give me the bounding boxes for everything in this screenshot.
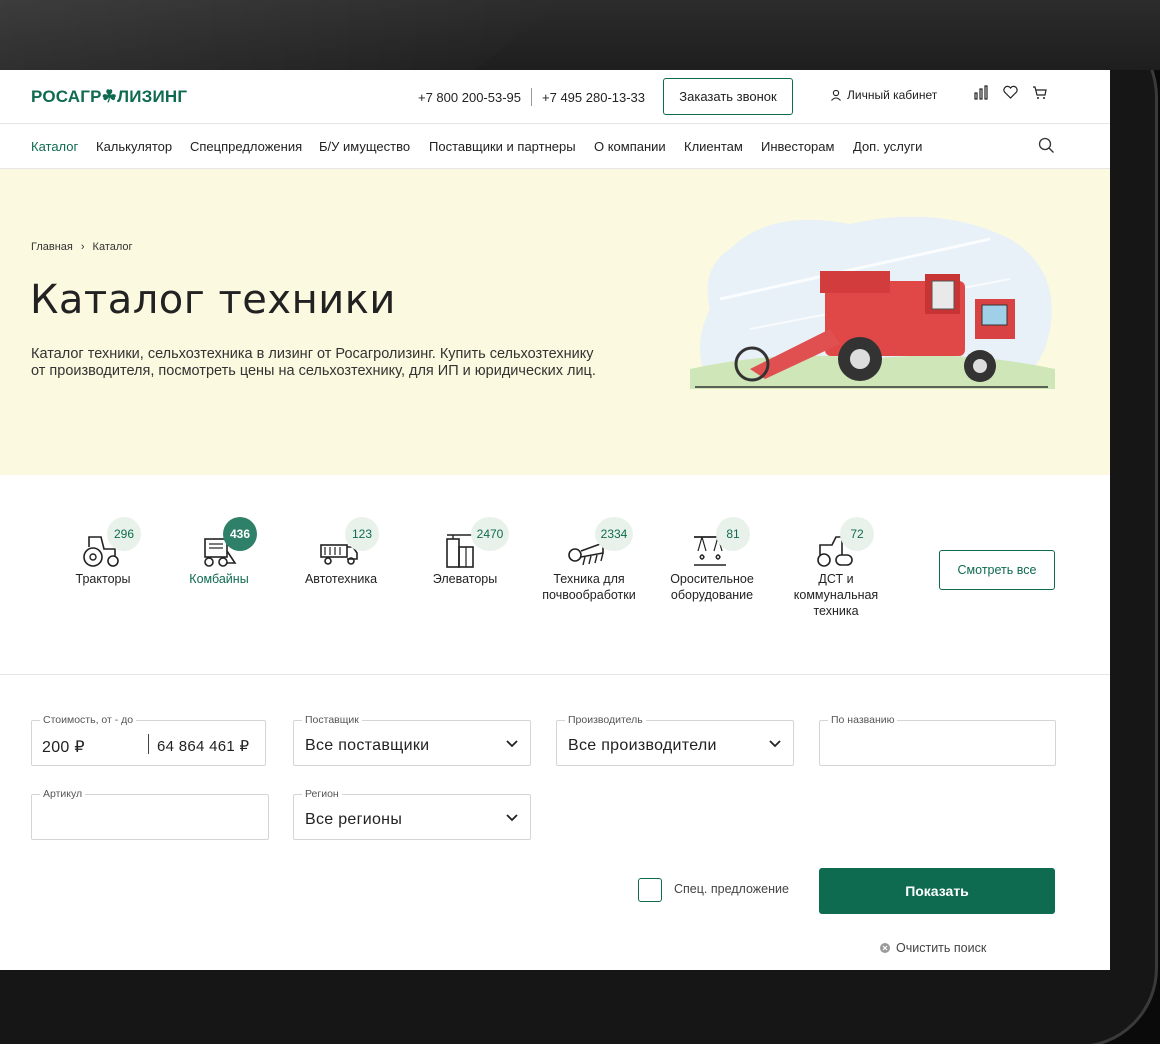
category-count-badge: 2470	[471, 517, 509, 551]
category-icon-wrap: 123	[311, 517, 379, 569]
region-select[interactable]: Регион Все регионы	[293, 788, 531, 840]
category-count-badge: 72	[840, 517, 874, 551]
site-logo[interactable]: РОСАГР☘ЛИЗИНГ	[31, 87, 187, 107]
show-results-button[interactable]: Показать	[819, 868, 1055, 914]
breadcrumb-current: Каталог	[92, 241, 133, 253]
category-count-badge: 81	[716, 517, 750, 551]
category-icon-wrap: 72	[806, 517, 874, 569]
main-nav: Каталог Калькулятор Спецпредложения Б/У …	[0, 124, 1110, 169]
name-search-field[interactable]: По названию	[819, 714, 1056, 766]
nav-item-special-offers[interactable]: Спецпредложения	[190, 139, 302, 154]
nav-item-suppliers[interactable]: Поставщики и партнеры	[429, 139, 576, 154]
supplier-select[interactable]: Поставщик Все поставщики	[293, 714, 531, 766]
filter-panel: Стоимость, от - до 200 ₽ 64 864 461 ₽ По…	[0, 676, 1110, 970]
category-item[interactable]: 296 Тракторы	[58, 517, 148, 587]
device-top-edge	[0, 0, 1160, 70]
manufacturer-caption: Производитель	[565, 714, 646, 726]
category-item[interactable]: 2470 Элеваторы	[420, 517, 510, 587]
site-header: РОСАГР☘ЛИЗИНГ +7 800 200-53-95 +7 495 28…	[0, 70, 1110, 124]
cabinet-label: Личный кабинет	[847, 88, 938, 102]
category-icon-wrap: 81	[682, 517, 750, 569]
region-caption: Регион	[302, 788, 342, 800]
category-count-badge: 296	[107, 517, 141, 551]
price-range-field[interactable]: Стоимость, от - до 200 ₽ 64 864 461 ₽	[31, 714, 266, 766]
category-item[interactable]: 123 Автотехника	[296, 517, 386, 587]
nav-item-used-property[interactable]: Б/У имущество	[319, 139, 410, 154]
category-count-badge: 436	[223, 517, 257, 551]
special-offer-checkbox[interactable]	[638, 878, 662, 902]
page-description: Каталог техники, сельхозтехника в лизинг…	[31, 346, 596, 379]
nav-item-extra-services[interactable]: Доп. услуги	[853, 139, 922, 154]
category-icon-wrap: 2470	[435, 517, 509, 569]
category-label: Оросительное оборудование	[670, 572, 754, 602]
clear-search-label: Очистить поиск	[896, 941, 987, 955]
category-label: Техника для почвообработки	[542, 572, 636, 602]
manufacturer-select[interactable]: Производитель Все производители	[556, 714, 794, 766]
search-icon[interactable]	[1038, 137, 1055, 154]
compare-icon[interactable]	[973, 84, 990, 101]
price-from-value[interactable]: 200 ₽	[42, 737, 85, 757]
nav-item-about[interactable]: О компании	[594, 139, 666, 154]
breadcrumb-separator: ›	[80, 241, 85, 253]
phone-divider	[531, 88, 533, 106]
nav-item-catalog[interactable]: Каталог	[31, 139, 78, 154]
article-field[interactable]: Артикул	[31, 788, 269, 840]
article-caption: Артикул	[40, 788, 86, 800]
category-icon-wrap: 296	[73, 517, 141, 569]
phone-numbers: +7 800 200-53-95 +7 495 280-13-33	[418, 88, 645, 106]
supplier-value: Все поставщики	[305, 737, 430, 754]
combine-harvester-illustration	[690, 216, 1055, 389]
category-icon-wrap: 436	[189, 517, 257, 569]
callback-button[interactable]: Заказать звонок	[663, 78, 793, 115]
clear-search-link[interactable]: Очистить поиск	[880, 941, 986, 955]
category-item[interactable]: 2334 Техника для почвообработки	[538, 517, 640, 603]
category-item[interactable]: 72 ДСТ и коммунальная техника	[786, 517, 886, 619]
hero-section: Главная › Каталог Каталог техники Катало…	[0, 169, 1110, 475]
chevron-down-icon	[506, 814, 518, 822]
browser-page: РОСАГР☘ЛИЗИНГ +7 800 200-53-95 +7 495 28…	[0, 70, 1110, 970]
price-divider	[148, 734, 149, 754]
nav-item-calculator[interactable]: Калькулятор	[96, 139, 172, 154]
price-to-value[interactable]: 64 864 461 ₽	[157, 737, 249, 755]
category-label: Комбайны	[189, 572, 249, 586]
category-strip: 296 Тракторы 436 Комбайны 123 Автотехник…	[0, 475, 1110, 675]
page-title: Каталог техники	[30, 277, 396, 323]
phone-2[interactable]: +7 495 280-13-33	[542, 90, 645, 105]
header-icons	[973, 84, 1048, 101]
personal-cabinet-link[interactable]: Личный кабинет	[830, 88, 937, 102]
category-count-badge: 123	[345, 517, 379, 551]
breadcrumb: Главная › Каталог	[31, 241, 133, 253]
region-value: Все регионы	[305, 811, 403, 828]
price-caption: Стоимость, от - до	[40, 714, 137, 726]
category-label: Автотехника	[304, 572, 378, 586]
manufacturer-value: Все производители	[568, 737, 717, 754]
category-item[interactable]: 436 Комбайны	[174, 517, 264, 587]
category-item[interactable]: 81 Оросительное оборудование	[664, 517, 760, 603]
nav-item-investors[interactable]: Инвесторам	[761, 139, 834, 154]
category-icon-wrap: 2334	[559, 517, 633, 569]
heart-icon[interactable]	[1002, 84, 1019, 101]
cart-icon[interactable]	[1031, 84, 1048, 101]
close-circle-icon	[880, 943, 890, 953]
view-all-button[interactable]: Смотреть все	[939, 550, 1055, 590]
user-icon	[831, 89, 841, 101]
special-offer-label[interactable]: Спец. предложение	[674, 882, 789, 896]
chevron-down-icon	[506, 740, 518, 748]
phone-1[interactable]: +7 800 200-53-95	[418, 90, 521, 105]
chevron-down-icon	[769, 740, 781, 748]
category-label: ДСТ и коммунальная техника	[793, 572, 879, 618]
name-caption: По названию	[828, 714, 898, 726]
category-count-badge: 2334	[595, 517, 633, 551]
screen-glare	[0, 0, 560, 70]
nav-item-clients[interactable]: Клиентам	[684, 139, 743, 154]
breadcrumb-home[interactable]: Главная	[31, 241, 73, 253]
supplier-caption: Поставщик	[302, 714, 362, 726]
category-label: Элеваторы	[432, 572, 498, 586]
category-label: Тракторы	[75, 572, 131, 586]
